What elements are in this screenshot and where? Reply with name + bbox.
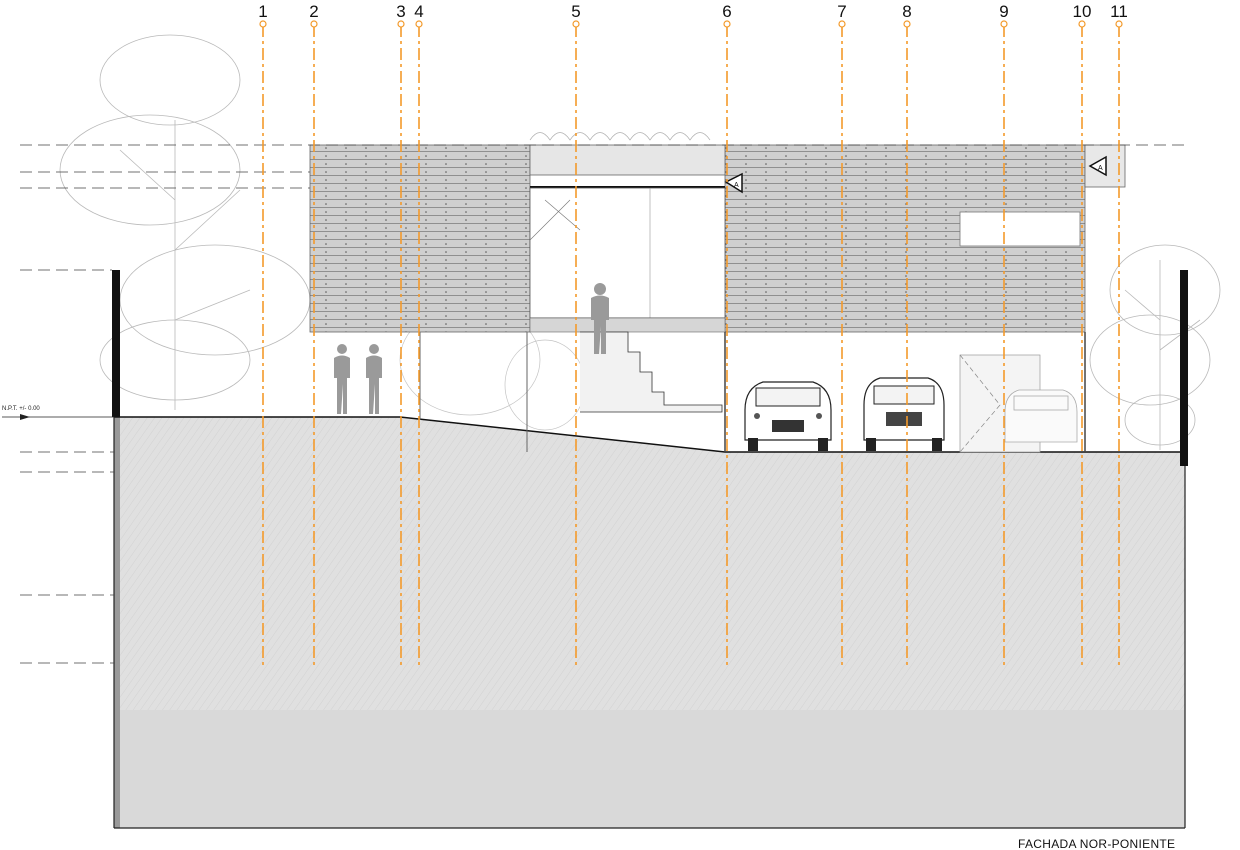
roof-plants — [529, 132, 711, 141]
car-front-1 — [744, 381, 832, 451]
grid-axis-bubble-6 — [723, 20, 731, 28]
elevation-drawing: N.P.T. +/- 0.00 A A 1 2 3 4 5 6 7 8 9 10 11 FACHAD… — [2, 2, 1221, 850]
grid-axis-bubble-4 — [415, 20, 423, 28]
grid-axis-label-11: 11 — [1110, 2, 1128, 21]
grid-axis-label-1: 1 — [258, 2, 267, 21]
grid-axis-bubble-9 — [1000, 20, 1008, 28]
grid-axis-label-9: 9 — [999, 2, 1008, 21]
grid-axis-bubble-3 — [397, 20, 405, 28]
grid-axis-bubble-8 — [903, 20, 911, 28]
person-1 — [334, 344, 350, 414]
grid-axis-label-10: 10 — [1073, 2, 1092, 21]
grid-axis-label-4: 4 — [414, 2, 423, 21]
building — [309, 144, 1126, 453]
grid-axis-label-8: 8 — [902, 2, 911, 21]
grid-axis-label-3: 3 — [396, 2, 405, 21]
glass-stair-volume — [529, 187, 726, 319]
svg-text:A: A — [734, 182, 739, 189]
grid-axis-label-7: 7 — [837, 2, 846, 21]
grid-axis-label-6: 6 — [722, 2, 731, 21]
tree-left — [59, 34, 311, 410]
ground-section — [113, 416, 1186, 829]
level-label: N.P.T. +/- 0.00 — [2, 406, 40, 412]
level-marker: N.P.T. +/- 0.00 — [2, 406, 114, 420]
grid-axis-bubble-10 — [1078, 20, 1086, 28]
grid-axis-bubble-1 — [259, 20, 267, 28]
grid-axis-bubble-7 — [838, 20, 846, 28]
grid-axis-label-2: 2 — [309, 2, 318, 21]
grid-axis-bubble-11 — [1115, 20, 1123, 28]
svg-text:A: A — [1098, 165, 1103, 172]
person-2 — [366, 344, 382, 414]
tree-right — [1089, 244, 1221, 450]
car-front-2 — [863, 377, 945, 451]
cladding-left-volume — [309, 144, 531, 333]
drawing-title: FACHADA NOR-PONIENTE — [1018, 837, 1175, 850]
grid-axis-bubble-2 — [310, 20, 318, 28]
boundary-wall-left — [112, 270, 120, 417]
car-front-3 — [1004, 389, 1078, 443]
grid-axis-bubble-5 — [572, 20, 580, 28]
parapet-center — [529, 144, 726, 176]
grid-axis-label-5: 5 — [571, 2, 580, 21]
window-opening — [959, 211, 1081, 247]
boundary-wall-right — [1180, 270, 1188, 466]
